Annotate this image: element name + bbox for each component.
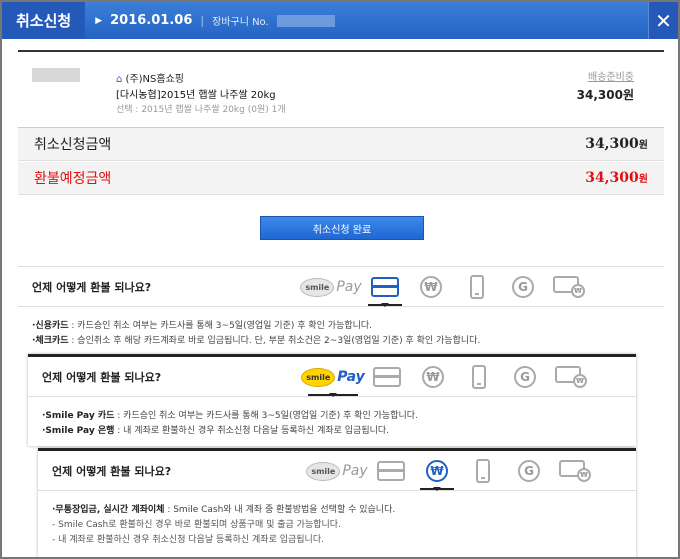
popup-title: 취소신청 <box>2 2 86 39</box>
refund-question: 언제 어떻게 환불 되나요? <box>32 281 152 294</box>
tab-gift[interactable]: G <box>506 456 552 486</box>
tab-smile-pay[interactable]: smile Pay <box>301 362 365 397</box>
item-price: 34,300원 <box>576 88 634 102</box>
won-icon: ₩ <box>420 276 442 298</box>
cancel-amount-number: 34,300 <box>585 136 639 152</box>
g-coin-icon: G <box>512 276 534 298</box>
order-item: ⌂ (주)NS홈쇼핑 [다시농협]2015년 햅쌀 나주쌀 20kg 선택 : … <box>18 50 664 128</box>
card-won-icon: ₩ <box>559 460 591 482</box>
product-name[interactable]: [다시농협]2015년 햅쌀 나주쌀 20kg <box>116 86 276 101</box>
refund-method-bar: 언제 어떻게 환불 되나요? smile Pay ₩ G ₩ <box>38 451 636 491</box>
card-won-icon: ₩ <box>555 366 587 388</box>
close-icon: ✕ <box>655 8 672 33</box>
won-icon: ₩ <box>426 460 448 482</box>
refund-method-tabs: smile Pay ₩ G ₩ <box>306 456 598 491</box>
tab-card-cash[interactable]: ₩ <box>552 456 598 486</box>
pay-label: Pay <box>337 369 365 385</box>
seller-label: (주)NS홈쇼핑 <box>125 74 184 85</box>
tab-card[interactable] <box>364 362 410 392</box>
tab-mobile[interactable] <box>460 456 506 486</box>
home-icon: ⌂ <box>116 74 123 85</box>
info-line: ·Smile Pay 카드 : 카드승인 취소 여부는 카드사를 통해 3~5일… <box>42 411 418 421</box>
refund-info-text: ·신용카드 : 카드승인 취소 여부는 카드사를 통해 3~5일(영업일 기준)… <box>18 307 664 349</box>
refund-info-text: ·무통장입금, 실시간 계좌이체 : Smile Cash와 내 계좌 중 환불… <box>38 491 636 548</box>
refund-info-section-smilepay: 언제 어떻게 환불 되나요? smile Pay ₩ G ₩ ·Smile Pay… <box>28 354 636 446</box>
g-coin-icon: G <box>514 366 536 388</box>
refund-amount-row: 환불예정금액 34,300원 <box>18 162 664 195</box>
refund-info-section-bank: 언제 어떻게 환불 되나요? smile Pay ₩ G ₩ ·무통장입금, 실시… <box>38 448 636 557</box>
smile-icon: smile <box>301 367 336 387</box>
mobile-phone-icon <box>472 365 486 389</box>
tab-mobile[interactable] <box>456 362 502 392</box>
cancel-amount-label: 취소신청금액 <box>34 137 112 153</box>
info-line: ·체크카드 : 승인취소 후 해당 카드계좌로 바로 입금됩니다. 단, 부분 … <box>32 336 481 346</box>
cancel-amount-value: 34,300원 <box>585 136 648 152</box>
info-line: ·신용카드 : 카드승인 취소 여부는 카드사를 통해 3~5일(영업일 기준)… <box>32 321 373 331</box>
g-coin-icon: G <box>518 460 540 482</box>
refund-amount-label: 환불예정금액 <box>34 171 112 187</box>
tab-bank[interactable]: ₩ <box>408 272 454 302</box>
order-date: 2016.01.06 <box>110 13 193 28</box>
tab-card[interactable] <box>362 272 408 307</box>
close-button[interactable]: ✕ <box>648 2 678 39</box>
info-line: ·무통장입금, 실시간 계좌이체 : Smile Cash와 내 계좌 중 환불… <box>52 505 396 515</box>
tab-card-cash[interactable]: ₩ <box>548 362 594 392</box>
tab-gift[interactable]: G <box>500 272 546 302</box>
refund-question: 언제 어떻게 환불 되나요? <box>42 371 162 384</box>
tab-bank[interactable]: ₩ <box>410 362 456 392</box>
currency-unit: 원 <box>638 174 648 185</box>
refund-method-tabs: smile Pay ₩ G ₩ <box>301 362 594 397</box>
refund-method-bar: 언제 어떻게 환불 되나요? smile Pay ₩ G ₩ <box>28 357 636 397</box>
tab-smile-pay[interactable]: smile Pay <box>306 456 368 486</box>
smile-icon: smile <box>300 277 335 297</box>
tab-smile-pay[interactable]: smile Pay <box>300 272 362 302</box>
cancel-request-popup: 취소신청 ▶ 2016.01.06 | 장바구니 No. ✕ ⌂ (주)NS홈쇼… <box>0 0 680 559</box>
product-thumbnail-redacted <box>32 68 80 82</box>
info-line: - Smile Cash로 환불하신 경우 바로 환불되며 상품구매 및 출금 … <box>52 520 341 530</box>
refund-method-tabs: smile Pay ₩ G ₩ <box>300 272 592 307</box>
tab-gift[interactable]: G <box>502 362 548 392</box>
divider: | <box>200 14 205 27</box>
pay-label: Pay <box>336 279 362 295</box>
tab-bank[interactable]: ₩ <box>414 456 460 491</box>
refund-info-text: ·Smile Pay 카드 : 카드승인 취소 여부는 카드사를 통해 3~5일… <box>28 397 636 439</box>
seller-name[interactable]: ⌂ (주)NS홈쇼핑 <box>116 70 184 85</box>
cart-number-label: 장바구니 No. <box>212 17 269 28</box>
refund-amount-value: 34,300원 <box>585 170 648 186</box>
tab-card-cash[interactable]: ₩ <box>546 272 592 302</box>
cancel-amount-row: 취소신청금액 34,300원 <box>18 128 664 161</box>
info-line: ·Smile Pay 은행 : 내 계좌로 환불하신 경우 취소신청 다음날 등… <box>42 426 390 436</box>
cart-number-redacted <box>276 14 335 27</box>
currency-unit: 원 <box>638 140 648 151</box>
cancel-complete-button[interactable]: 취소신청 완료 <box>260 216 424 240</box>
won-icon: ₩ <box>422 366 444 388</box>
credit-card-icon <box>377 461 405 481</box>
arrow-icon: ▶ <box>95 15 103 26</box>
refund-amount-number: 34,300 <box>585 170 639 186</box>
popup-header: 취소신청 ▶ 2016.01.06 | 장바구니 No. ✕ <box>2 2 678 39</box>
mobile-phone-icon <box>470 275 484 299</box>
info-line: - 내 계좌로 환불하신 경우 취소신청 다음날 등록하신 계좌로 입금됩니다. <box>52 535 324 545</box>
refund-question: 언제 어떻게 환불 되나요? <box>52 465 172 478</box>
card-won-icon: ₩ <box>553 276 585 298</box>
shipping-status: 배송준비중 <box>588 72 634 83</box>
pay-label: Pay <box>342 463 368 479</box>
credit-card-icon <box>371 277 399 297</box>
credit-card-icon <box>373 367 401 387</box>
refund-info-section-card: 언제 어떻게 환불 되나요? smile Pay ₩ G ₩ ·신용카드 : 카드… <box>18 266 664 352</box>
refund-method-bar: 언제 어떻게 환불 되나요? smile Pay ₩ G ₩ <box>18 267 664 307</box>
smile-icon: smile <box>306 461 341 481</box>
tab-mobile[interactable] <box>454 272 500 302</box>
mobile-phone-icon <box>476 459 490 483</box>
product-option: 선택 : 2015년 햅쌀 나주쌀 20kg (0원) 1개 <box>116 105 286 115</box>
tab-card[interactable] <box>368 456 414 486</box>
